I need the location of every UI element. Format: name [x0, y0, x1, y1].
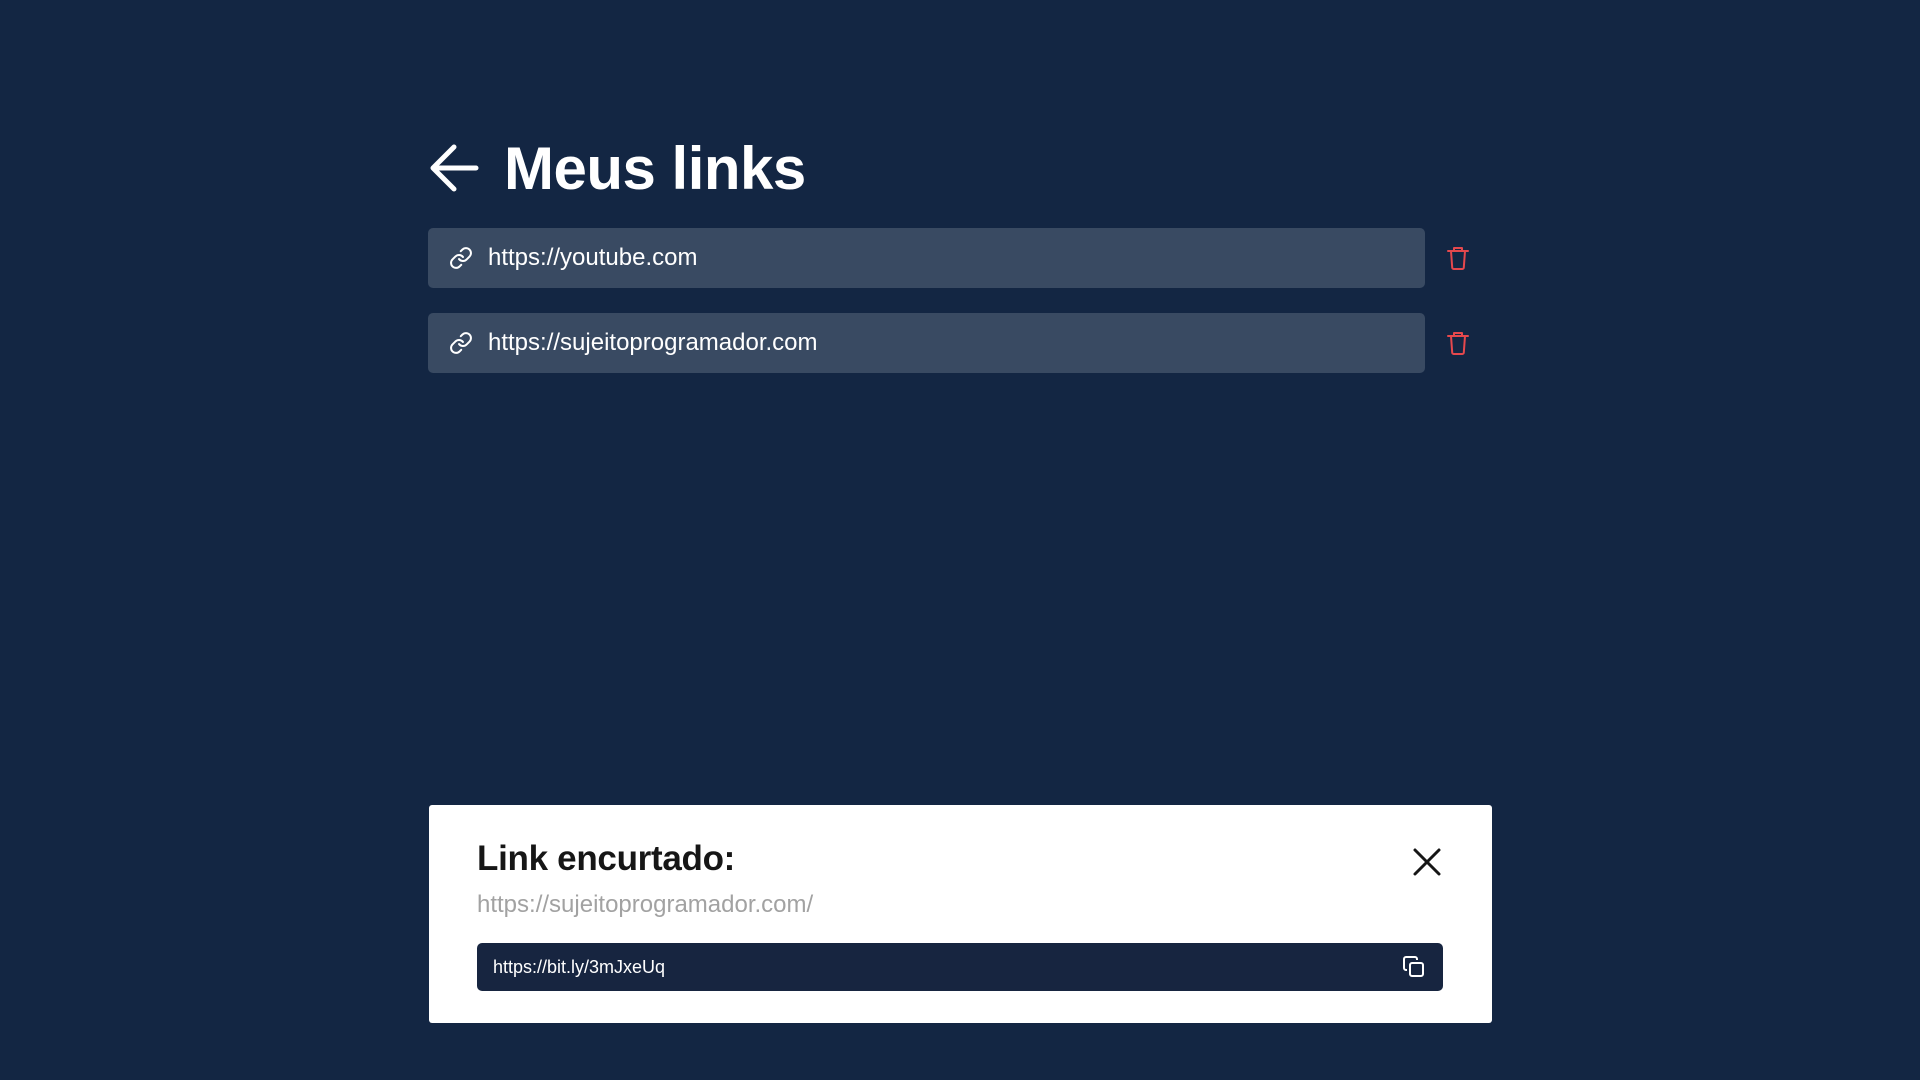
copy-icon [1403, 956, 1424, 977]
arrow-left-icon [430, 144, 479, 192]
link-icon [448, 245, 474, 271]
page-header: Meus links [428, 128, 806, 208]
links-list: https://youtube.com https://sujeitoprogr… [428, 228, 1478, 398]
link-item[interactable]: https://youtube.com [428, 228, 1426, 288]
modal-title: Link encurtado: [477, 839, 736, 878]
link-row: https://sujeitoprogramador.com [428, 313, 1478, 373]
link-icon [448, 330, 474, 356]
delete-link-button[interactable] [1438, 323, 1478, 363]
short-url[interactable]: https://bit.ly/3mJxeUq [493, 957, 665, 978]
close-modal-button[interactable] [1408, 843, 1446, 881]
shortened-link-modal: Link encurtado: https://sujeitoprogramad… [429, 805, 1492, 1023]
close-icon [1413, 848, 1441, 876]
link-row: https://youtube.com [428, 228, 1478, 288]
copy-button[interactable] [1399, 952, 1429, 982]
link-url: https://youtube.com [488, 244, 698, 271]
page-title: Meus links [504, 134, 806, 202]
short-url-box: https://bit.ly/3mJxeUq [477, 943, 1443, 991]
trash-icon [1447, 247, 1470, 270]
link-item[interactable]: https://sujeitoprogramador.com [428, 313, 1426, 373]
trash-icon [1447, 332, 1470, 355]
link-url: https://sujeitoprogramador.com [488, 329, 818, 356]
original-url: https://sujeitoprogramador.com/ [477, 891, 814, 918]
delete-link-button[interactable] [1438, 238, 1478, 278]
back-button[interactable] [428, 138, 488, 198]
